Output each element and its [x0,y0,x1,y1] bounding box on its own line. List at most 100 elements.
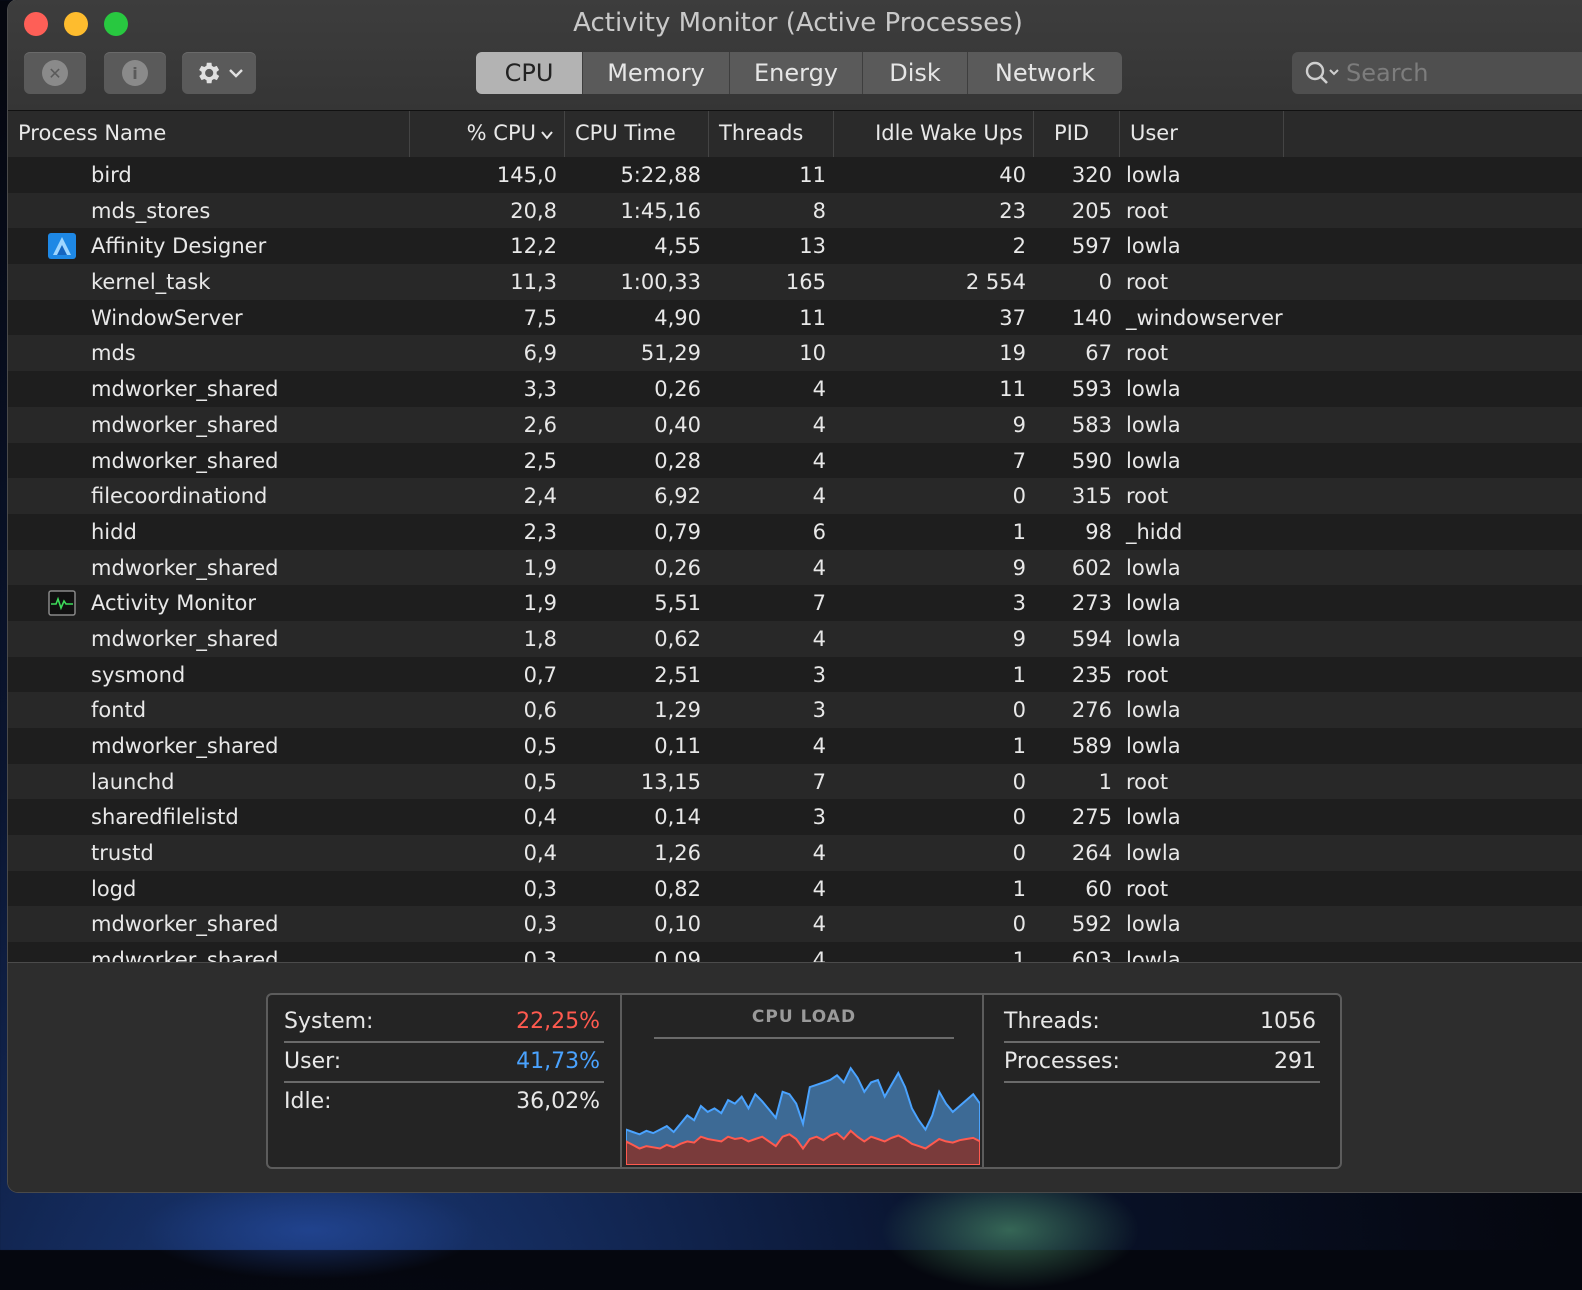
tab-memory[interactable]: Memory [583,52,730,94]
process-name-cell: logd [91,876,137,901]
pid-cell: 583 [1071,412,1112,437]
column-user[interactable]: User [1120,111,1284,157]
cpu-percent-cell: 0,5 [523,734,557,758]
threads-cell: 4 [812,448,826,473]
table-row[interactable]: sharedfilelistd 0,4 0,14 3 0 275 lowla [8,799,1582,836]
cpu-time-cell: 0,62 [654,626,701,651]
idle-wake-ups-cell: 0 [1012,841,1026,866]
cpu-time-cell: 0,28 [654,448,701,473]
threads-cell: 4 [812,377,826,402]
search-input[interactable] [1344,58,1582,88]
pid-cell: 602 [1071,555,1112,580]
table-row[interactable]: mdworker_shared 3,3 0,26 4 11 593 lowla [8,371,1582,407]
table-row[interactable]: logd 0,3 0,82 4 1 60 root [8,870,1582,907]
table-row[interactable]: hidd 2,3 0,79 6 1 98 _hidd [8,513,1582,550]
user-cell: _windowserver [1126,305,1283,330]
table-row[interactable]: mdworker_shared 0,5 0,11 4 1 589 lowla [8,728,1582,764]
threads-cell: 4 [812,912,826,937]
user-cell: root [1126,198,1169,223]
table-row[interactable]: Affinity Designer 12,2 4,55 13 2 597 lowla [8,228,1582,265]
cpu-time-cell: 0,09 [654,948,701,962]
cpu-percent-cell: 0,7 [523,662,557,687]
table-row[interactable]: kernel_task 11,3 1:00,33 165 2 554 0 root [8,264,1582,300]
table-row[interactable]: mdworker_shared 1,9 0,26 4 9 602 lowla [8,549,1582,586]
tab-cpu[interactable]: CPU [476,52,583,94]
processes-stat: Processes: 291 [1004,1043,1320,1083]
cpu-time-cell: 0,82 [654,876,701,901]
tab-disk[interactable]: Disk [863,52,968,94]
column-threads[interactable]: Threads [709,111,834,157]
user-cell: lowla [1126,234,1181,259]
pid-cell: 276 [1071,698,1112,723]
table-row[interactable]: Activity Monitor 1,9 5,51 7 3 273 lowla [8,585,1582,621]
user-stat: User: 41,73% [284,1043,604,1083]
threads-cell: 10 [799,341,826,366]
threads-cell: 7 [812,591,826,616]
table-row[interactable]: mdworker_shared 0,3 0,10 4 0 592 lowla [8,906,1582,943]
process-name-cell: kernel_task [91,270,211,295]
cpu-percent-cell: 1,8 [523,626,557,651]
idle-wake-ups-cell: 11 [999,377,1026,402]
cpu-time-cell: 0,26 [654,555,701,580]
column-pid[interactable]: PID [1034,111,1120,157]
threads-cell: 4 [812,484,826,509]
cpu-percent-cell: 12,2 [510,234,557,259]
system-label: System: [284,1009,374,1034]
table-row[interactable]: mds_stores 20,8 1:45,16 8 23 205 root [8,192,1582,229]
threads-cell: 6 [812,519,826,544]
process-name-cell: mdworker_shared [91,626,279,651]
table-header: Process Name % CPU CPU Time Threads Idle… [8,111,1582,158]
cpu-percent-cell: 0,4 [523,841,557,866]
tab-energy[interactable]: Energy [730,52,863,94]
threads-value: 1056 [1260,1009,1316,1034]
table-row[interactable]: bird 145,0 5:22,88 11 40 320 lowla [8,157,1582,193]
table-row[interactable]: mdworker_shared 0,3 0,09 4 1 603 lowla [8,942,1582,962]
table-row[interactable]: fontd 0,6 1,29 3 0 276 lowla [8,692,1582,728]
table-row[interactable]: filecoordinationd 2,4 6,92 4 0 315 root [8,478,1582,514]
cpu-time-cell: 2,51 [654,662,701,687]
table-row[interactable]: WindowServer 7,5 4,90 11 37 140 _windowserver [8,299,1582,336]
cpu-load-graph [626,1066,980,1165]
idle-wake-ups-cell: 37 [999,305,1026,330]
search-field[interactable] [1292,52,1582,94]
action-menu-button[interactable] [182,52,256,94]
threads-cell: 4 [812,626,826,651]
cpu-summary-area: System: 22,25% User: 41,73% Idle: 36,02%… [8,962,1582,1192]
cpu-percent-cell: 2,6 [523,412,557,437]
cpu-time-cell: 0,10 [654,912,701,937]
threads-cell: 13 [799,234,826,259]
affinity-designer-icon [48,233,76,260]
table-row[interactable]: trustd 0,4 1,26 4 0 264 lowla [8,835,1582,871]
pid-cell: 590 [1071,448,1112,473]
system-stat: System: 22,25% [284,1003,604,1043]
stop-process-button[interactable]: ✕ [24,52,86,94]
process-name-cell: mdworker_shared [91,412,279,437]
pid-cell: 205 [1071,198,1112,223]
table-row[interactable]: launchd 0,5 13,15 7 0 1 root [8,763,1582,800]
cpu-percent-cell: 3,3 [523,377,557,402]
threads-cell: 165 [785,270,826,295]
threads-cell: 4 [812,876,826,901]
table-row[interactable]: sysmond 0,7 2,51 3 1 235 root [8,656,1582,693]
table-row[interactable]: mdworker_shared 2,5 0,28 4 7 590 lowla [8,442,1582,479]
user-cell: root [1126,341,1169,366]
idle-wake-ups-cell: 9 [1012,412,1026,437]
table-row[interactable]: mdworker_shared 2,6 0,40 4 9 583 lowla [8,406,1582,443]
table-row[interactable]: mdworker_shared 1,8 0,62 4 9 594 lowla [8,620,1582,657]
table-row[interactable]: mds 6,9 51,29 10 19 67 root [8,335,1582,372]
idle-wake-ups-cell: 1 [1012,948,1026,962]
pid-cell: 1 [1098,769,1112,794]
inspect-process-button[interactable]: i [104,52,166,94]
view-tabs: CPU Memory Energy Disk Network [476,52,1122,94]
column-process-name[interactable]: Process Name [8,111,410,157]
column-cpu-percent[interactable]: % CPU [410,111,565,157]
column-idle-wake-ups[interactable]: Idle Wake Ups [834,111,1034,157]
tab-network[interactable]: Network [968,52,1122,94]
user-cell: lowla [1126,698,1181,723]
idle-wake-ups-cell: 0 [1012,484,1026,509]
column-cpu-time[interactable]: CPU Time [565,111,709,157]
processes-value: 291 [1274,1049,1316,1074]
cpu-percent-cell: 0,3 [523,876,557,901]
process-name-cell: mdworker_shared [91,377,279,402]
threads-cell: 3 [812,698,826,723]
